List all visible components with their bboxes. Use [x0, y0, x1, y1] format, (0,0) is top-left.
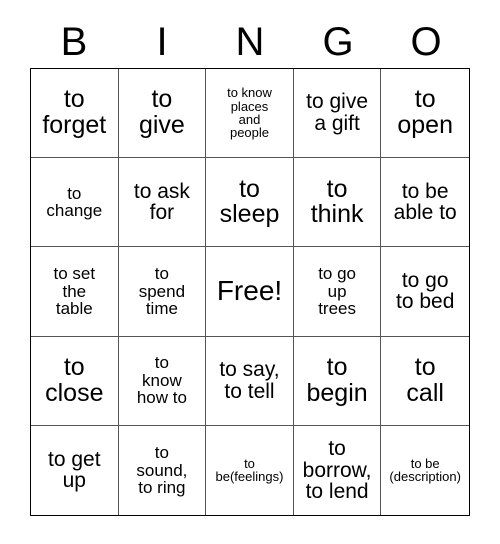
- bingo-cell-label: to forget: [42, 85, 107, 140]
- bingo-cell-label: to change: [46, 183, 103, 221]
- bingo-cell-label: to sound, to ring: [136, 443, 188, 498]
- bingo-cell[interactable]: to ask for: [118, 158, 207, 248]
- bingo-cell[interactable]: to borrow, to lend: [293, 425, 382, 515]
- bingo-cell-label: to think: [310, 174, 364, 229]
- bingo-header-letter-g: G: [322, 20, 354, 64]
- bingo-cell[interactable]: to get up: [31, 425, 119, 515]
- bingo-cell[interactable]: to know places and people: [206, 69, 294, 159]
- bingo-cell-label: to be(feelings): [215, 456, 284, 485]
- bingo-header-letter-i: I: [156, 20, 168, 64]
- bingo-free-space-cell[interactable]: Free!: [206, 247, 294, 337]
- bingo-cell-label: to open: [397, 85, 453, 140]
- bingo-cell[interactable]: to sound, to ring: [118, 425, 207, 515]
- bingo-cell[interactable]: to think: [293, 158, 382, 248]
- bingo-cell-label: to borrow, to lend: [302, 436, 372, 504]
- bingo-cell-label: to give: [138, 85, 185, 140]
- bingo-cell-label: to say, to tell: [219, 358, 280, 403]
- bingo-cell-label: to go to bed: [395, 268, 455, 314]
- bingo-cell-label: to call: [406, 352, 444, 407]
- bingo-cell[interactable]: to be (description): [381, 425, 469, 515]
- bingo-cell[interactable]: to set the table: [31, 247, 119, 337]
- bingo-cell-label: to spend time: [138, 264, 186, 319]
- bingo-cell-label: to know places and people: [227, 85, 272, 141]
- bingo-cell[interactable]: to give: [118, 69, 207, 159]
- bingo-cell[interactable]: to forget: [31, 69, 119, 159]
- bingo-cell-label: to begin: [306, 352, 368, 407]
- bingo-cell-label: to be (description): [389, 456, 461, 485]
- bingo-cell-label: to close: [45, 352, 104, 407]
- bingo-cell[interactable]: to sleep: [206, 158, 294, 248]
- bingo-cell-label: to ask for: [133, 179, 190, 225]
- bingo-grid: to forget to give to know places and peopl…: [30, 68, 470, 516]
- bingo-cell[interactable]: to call: [381, 336, 469, 426]
- bingo-header-letter-n: N: [235, 20, 265, 64]
- bingo-cell[interactable]: to know how to: [118, 336, 207, 426]
- bingo-header-letter-o: O: [410, 20, 442, 64]
- bingo-cell[interactable]: to go to bed: [381, 247, 469, 337]
- bingo-cell[interactable]: to give a gift: [293, 69, 382, 159]
- bingo-cell[interactable]: to spend time: [118, 247, 207, 337]
- bingo-cell[interactable]: to go up trees: [293, 247, 382, 337]
- bingo-cell-label: Free!: [216, 275, 283, 307]
- bingo-cell[interactable]: to be(feelings): [206, 425, 294, 515]
- bingo-cell[interactable]: to change: [31, 158, 119, 248]
- bingo-cell-label: to set the table: [53, 264, 96, 319]
- bingo-header-row: BINGO: [30, 16, 470, 68]
- bingo-cell-label: to sleep: [219, 174, 280, 229]
- bingo-header-letter-b: B: [60, 20, 88, 64]
- bingo-cell[interactable]: to open: [381, 69, 469, 159]
- bingo-cell[interactable]: to begin: [293, 336, 382, 426]
- bingo-cell-label: to give a gift: [306, 90, 369, 136]
- bingo-cell-label: to be able to: [393, 179, 457, 225]
- bingo-cell-label: to get up: [48, 447, 101, 493]
- bingo-cell[interactable]: to be able to: [381, 158, 469, 248]
- bingo-cell-label: to know how to: [136, 353, 187, 408]
- bingo-cell-label: to go up trees: [318, 264, 356, 319]
- bingo-card: B I N G O to forget to give to know places and…: [0, 0, 500, 544]
- bingo-cell[interactable]: to close: [31, 336, 119, 426]
- bingo-cell[interactable]: to say, to tell: [206, 336, 294, 426]
